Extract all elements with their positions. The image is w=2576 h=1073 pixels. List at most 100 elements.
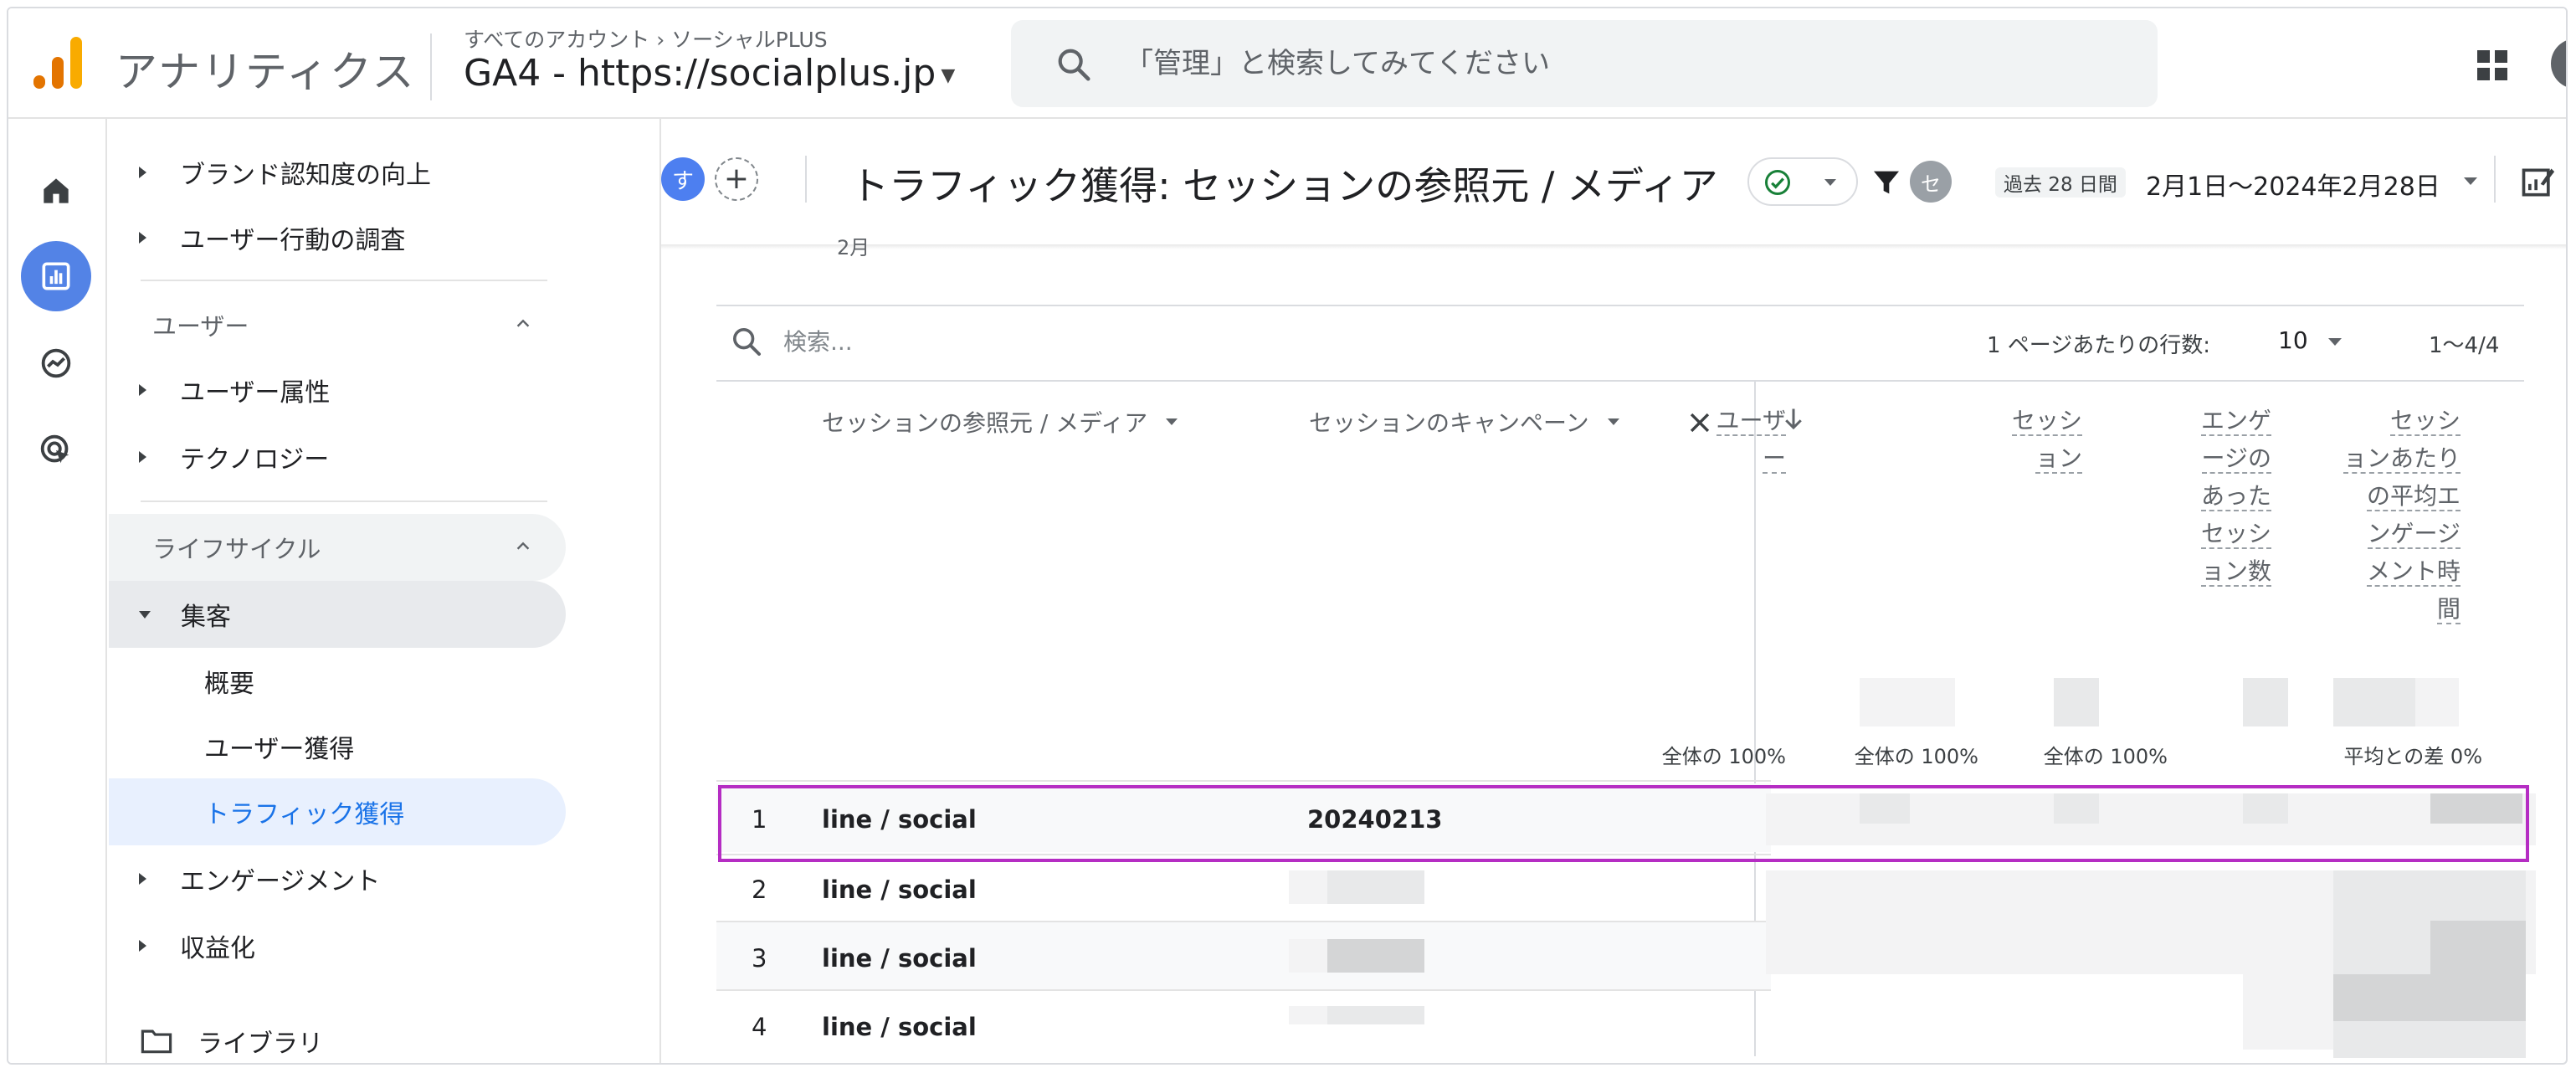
metric-sessions-header[interactable]: セッシ ョン — [2011, 402, 2082, 477]
rail-advertising[interactable] — [21, 415, 91, 485]
redacted-value — [2430, 921, 2526, 974]
section-lifecycle[interactable]: ライフサイクル — [109, 516, 530, 579]
check-circle-icon — [1765, 170, 1790, 195]
explore-icon — [41, 348, 71, 378]
report-header: す + トラフィック獲得: セッションの参照元 / メディア セ 過去 28 日… — [661, 119, 2566, 244]
dimension-campaign-header[interactable]: セッションのキャンペーン — [1309, 405, 1619, 439]
app-title: アナリティクス — [115, 48, 416, 96]
nav-brand-awareness[interactable]: ブランド認知度の向上 — [109, 141, 431, 204]
divider — [716, 780, 1771, 782]
app-window: アナリティクス すべてのアカウント › ソーシャルPLUS GA4 - http… — [7, 7, 2568, 1065]
date-preset-badge[interactable]: 過去 28 日間 — [1995, 167, 2126, 198]
nav-traffic-acquisition[interactable]: トラフィック獲得 — [204, 780, 404, 844]
search-icon — [1058, 49, 1090, 81]
filter-icon[interactable] — [1870, 166, 1903, 199]
report-status-chip[interactable] — [1747, 157, 1858, 206]
row-highlight-annotation — [718, 785, 2529, 862]
nav-acquisition-overview[interactable]: 概要 — [204, 649, 254, 713]
redacted-value — [2054, 678, 2099, 726]
breadcrumb[interactable]: すべてのアカウント › ソーシャルPLUS — [464, 23, 828, 54]
row-source-medium[interactable]: line / social — [822, 1013, 977, 1041]
divider — [2494, 156, 2496, 203]
home-icon — [44, 178, 69, 203]
nav-library[interactable]: ライブラリ — [141, 1009, 323, 1063]
rows-per-page-select[interactable]: 10 — [2278, 326, 2308, 354]
pagination-label: 1～4/4 — [2429, 333, 2500, 358]
target-cursor-icon — [40, 434, 69, 464]
divider — [430, 33, 432, 100]
header-shadow — [661, 244, 2566, 249]
redacted-value — [1289, 1006, 1327, 1024]
user-chip[interactable]: す — [661, 157, 705, 201]
metric-avg-engagement-header[interactable]: セッシ ョンあたり の平均エ ンゲージ メント時 間 — [2343, 402, 2461, 628]
date-caret-down-icon[interactable] — [2464, 177, 2477, 185]
filter-chip[interactable]: セ — [1910, 161, 1952, 203]
divider — [141, 501, 547, 502]
date-range[interactable]: 2月1日～2024年2月28日 — [2146, 166, 2440, 203]
section-user[interactable]: ユーザー — [109, 293, 530, 357]
rows-per-page-label: 1 ページあたりの行数: — [1987, 333, 2211, 358]
redacted-value — [1289, 870, 1327, 904]
nav-technology[interactable]: テクノロジー — [109, 425, 329, 489]
row-source-medium[interactable]: line / social — [822, 875, 977, 904]
expand-arrow-icon — [139, 451, 146, 463]
divider — [141, 280, 547, 281]
property-selector[interactable]: GA4 - https://socialplus.jp ▼ — [464, 52, 955, 95]
apps-grid-icon[interactable] — [2476, 49, 2509, 82]
expand-arrow-icon — [139, 384, 146, 396]
global-search[interactable] — [1011, 20, 2158, 107]
caret-down-icon — [1607, 418, 1619, 425]
global-search-input[interactable] — [1125, 39, 2129, 89]
breadcrumb-account[interactable]: ソーシャルPLUS — [671, 28, 827, 52]
divider — [805, 156, 807, 203]
nav-engagement[interactable]: エンゲージメント — [109, 847, 380, 911]
dimension-source-medium-header[interactable]: セッションの参照元 / メディア — [822, 405, 1178, 439]
table-search-input[interactable] — [783, 323, 1202, 360]
table-search-icon — [733, 328, 761, 356]
table-row[interactable]: 2 line / social — [716, 854, 1771, 922]
divider — [716, 380, 2524, 382]
table-row[interactable]: 3 line / social — [716, 922, 1771, 991]
metric-users-total: 全体の 100% — [1661, 745, 1786, 768]
table-row[interactable]: 4 line / social — [716, 991, 1771, 1060]
rail-explore[interactable] — [21, 328, 91, 398]
redacted-value — [1289, 939, 1327, 973]
metric-users-header[interactable]: ユーザ ー — [1716, 402, 1786, 477]
nav-user-behavior[interactable]: ユーザー行動の調査 — [109, 206, 405, 270]
rail-home[interactable] — [21, 156, 91, 226]
nav-demographics[interactable]: ユーザー属性 — [109, 358, 330, 422]
chevron-up-icon — [516, 319, 530, 327]
nav-acquisition[interactable]: 集客 — [109, 583, 231, 646]
redacted-value — [1327, 939, 1424, 973]
expand-arrow-icon — [139, 232, 146, 244]
row-source-medium[interactable]: line / social — [822, 944, 977, 973]
caret-down-icon — [1824, 179, 1836, 186]
chart-axis-label: 2月 — [837, 236, 870, 259]
nav-user-acquisition[interactable]: ユーザー獲得 — [204, 715, 354, 778]
metric-engaged-sessions-total: 全体の 100% — [2043, 745, 2168, 768]
redacted-value — [2333, 974, 2526, 1021]
edit-report-icon[interactable] — [2519, 164, 2556, 201]
expand-arrow-icon — [139, 167, 146, 178]
remove-dimension-close-icon[interactable] — [1686, 408, 1714, 437]
redacted-value — [1911, 921, 2004, 974]
nav-monetization[interactable]: 収益化 — [109, 914, 255, 978]
folder-icon — [141, 1029, 172, 1054]
report-title: トラフィック獲得: セッションの参照元 / メディア — [850, 163, 1718, 208]
account-avatar[interactable] — [2551, 39, 2566, 89]
top-bar: アナリティクス すべてのアカウント › ソーシャルPLUS GA4 - http… — [8, 8, 2566, 119]
analytics-logo-icon[interactable] — [28, 33, 87, 94]
metric-engaged-sessions-header[interactable]: エンゲ ージの あった セッシ ョン数 — [2200, 402, 2271, 590]
row-index: 3 — [752, 944, 767, 973]
bar-chart-icon — [42, 262, 70, 290]
redacted-value — [1327, 1006, 1424, 1024]
breadcrumb-separator-icon: › — [656, 28, 672, 52]
rows-caret-down-icon[interactable] — [2328, 338, 2342, 346]
expand-arrow-icon — [139, 873, 146, 885]
add-comparison-button[interactable]: + — [715, 157, 758, 201]
collapse-arrow-icon — [139, 610, 151, 619]
breadcrumb-all-accounts[interactable]: すべてのアカウント — [464, 28, 649, 52]
rail-reports[interactable] — [21, 241, 91, 311]
redacted-value — [2333, 678, 2417, 726]
redacted-value — [2333, 1021, 2526, 1058]
